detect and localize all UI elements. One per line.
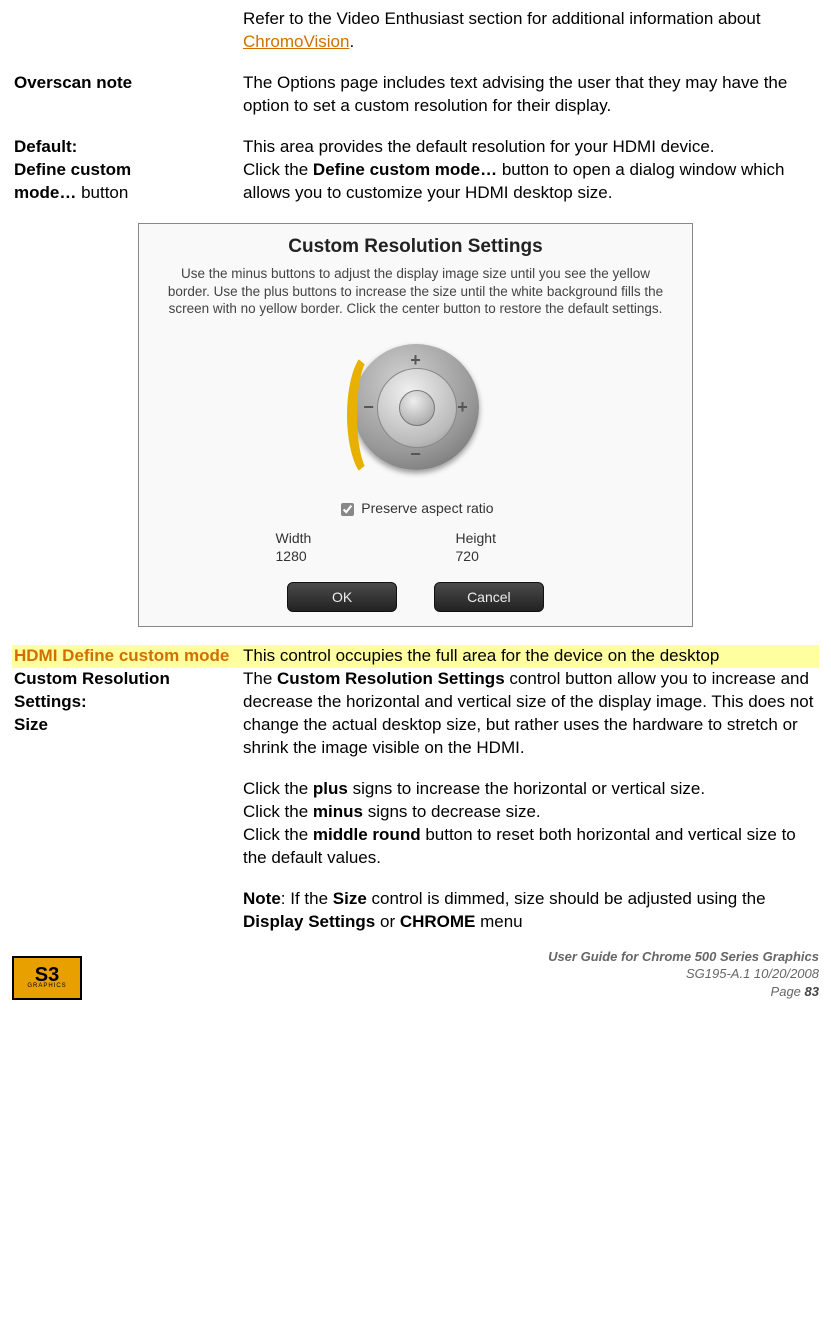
define-text: Click the Define custom mode… button to … (241, 159, 819, 205)
preserve-aspect-text: Preserve aspect ratio (361, 500, 493, 516)
footer-text: User Guide for Chrome 500 Series Graphic… (548, 948, 819, 1001)
define-term: Define custom mode… button (12, 159, 241, 205)
default-term: Default: (12, 136, 241, 159)
reset-button[interactable] (399, 390, 435, 426)
width-value: 1280 (276, 547, 376, 566)
overscan-text: The Options page includes text advising … (241, 72, 819, 118)
minus-horizontal-icon[interactable]: − (359, 397, 379, 417)
dialog-title: Custom Resolution Settings (153, 234, 678, 260)
intro-pre: Refer to the Video Enthusiast section fo… (243, 9, 761, 28)
custom-resolution-dialog: Custom Resolution Settings Use the minus… (138, 223, 693, 628)
height-label: Height (456, 529, 556, 548)
plus-horizontal-icon[interactable]: + (453, 397, 473, 417)
default-text: This area provides the default resolutio… (241, 136, 819, 159)
chromovision-link[interactable]: ChromoVision (243, 32, 349, 51)
ok-button[interactable]: OK (287, 582, 397, 612)
s3-logo: S3 GRAPHICS (12, 956, 82, 1000)
custom-res-term: Custom Resolution Settings:Size (12, 668, 241, 933)
preserve-aspect-label[interactable]: Preserve aspect ratio (337, 500, 493, 516)
size-dial-control[interactable]: + − − + (341, 332, 491, 482)
width-label: Width (276, 529, 376, 548)
custom-res-text: The Custom Resolution Settings control b… (241, 668, 819, 933)
hdmi-define-term: HDMI Define custom mode (12, 645, 241, 668)
preserve-aspect-checkbox[interactable] (341, 503, 354, 516)
height-value: 720 (456, 547, 556, 566)
hdmi-define-text: This control occupies the full area for … (241, 645, 819, 668)
minus-vertical-icon[interactable]: − (406, 444, 426, 464)
plus-vertical-icon[interactable]: + (406, 350, 426, 370)
dialog-description: Use the minus buttons to adjust the disp… (161, 265, 670, 318)
intro-text: Refer to the Video Enthusiast section fo… (241, 8, 819, 54)
cancel-button[interactable]: Cancel (434, 582, 544, 612)
intro-post: . (349, 32, 354, 51)
overscan-term: Overscan note (12, 72, 241, 118)
